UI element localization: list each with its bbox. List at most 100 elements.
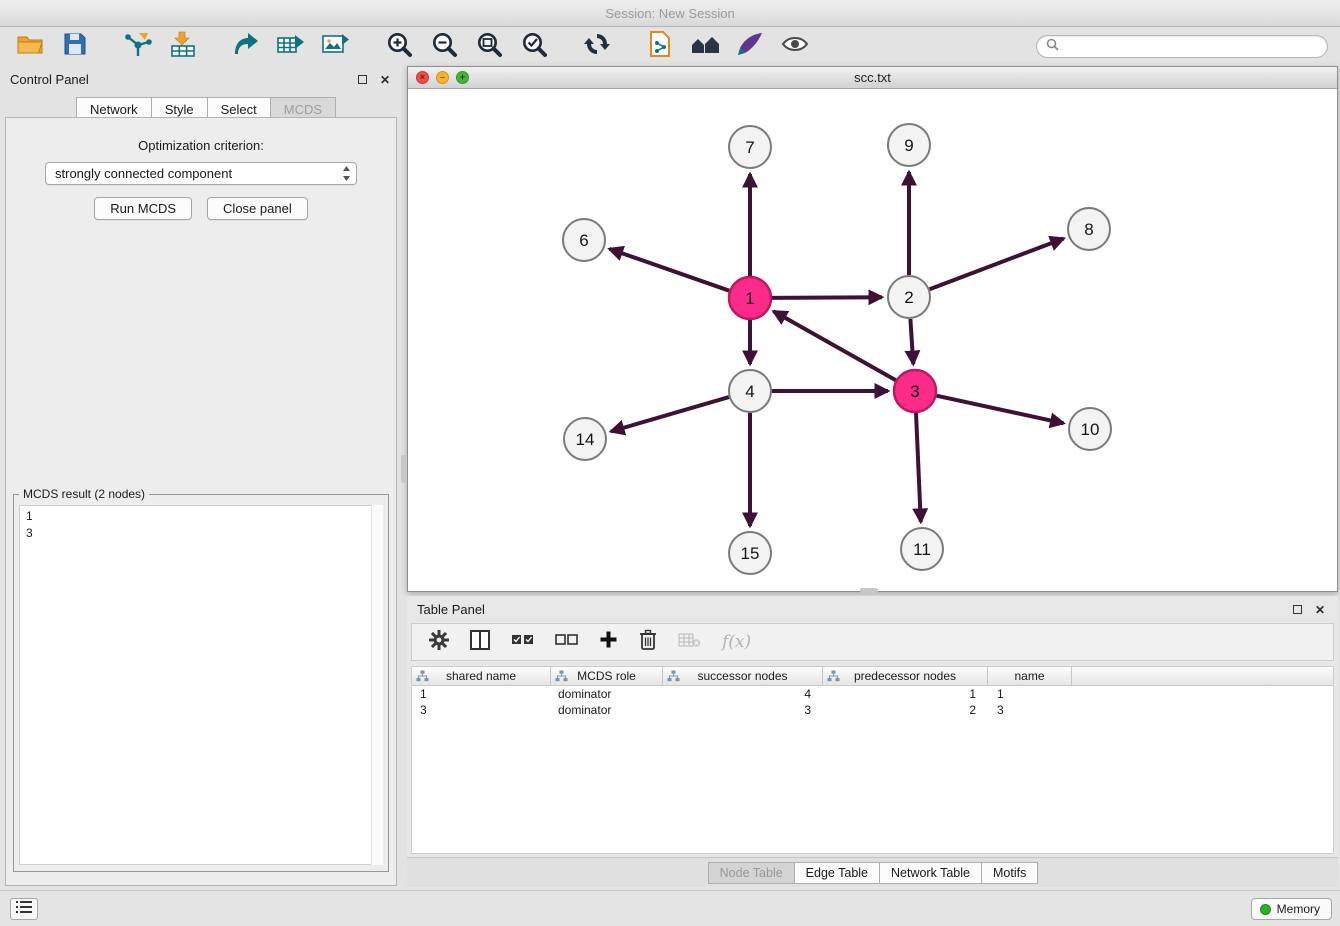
import-network-button[interactable] bbox=[120, 31, 156, 63]
tab-node-table[interactable]: Node Table bbox=[708, 862, 795, 884]
node-2[interactable]: 2 bbox=[888, 276, 930, 318]
edge-3-10[interactable] bbox=[937, 396, 1064, 424]
zoom-selected-button[interactable] bbox=[516, 31, 552, 63]
window-zoom-button[interactable]: + bbox=[456, 71, 469, 84]
refresh-icon bbox=[583, 31, 611, 62]
run-mcds-button[interactable]: Run MCDS bbox=[94, 197, 192, 220]
table-cell[interactable]: 1 bbox=[412, 687, 551, 701]
table-cell[interactable]: 3 bbox=[663, 703, 823, 717]
edge-2-3[interactable] bbox=[910, 319, 913, 364]
table-cell[interactable]: 4 bbox=[663, 687, 823, 701]
search-icon bbox=[1046, 38, 1059, 56]
column-header-mcds-role[interactable]: MCDS role bbox=[551, 667, 663, 685]
node-7[interactable]: 7 bbox=[729, 126, 771, 168]
horizontal-splitter-handle[interactable] bbox=[860, 588, 878, 593]
criterion-select[interactable]: strongly connected component bbox=[45, 162, 357, 185]
table-row[interactable]: 1dominator411 bbox=[412, 686, 1333, 702]
delete-column-button[interactable] bbox=[678, 632, 701, 653]
table-settings-button[interactable] bbox=[429, 630, 449, 655]
node-4[interactable]: 4 bbox=[729, 370, 771, 412]
table-cell[interactable]: 1 bbox=[823, 687, 988, 701]
node-14[interactable]: 14 bbox=[564, 418, 606, 460]
svg-text:3: 3 bbox=[910, 382, 919, 401]
export-image-button[interactable] bbox=[318, 31, 354, 63]
export-network-button[interactable] bbox=[228, 31, 264, 63]
tab-network-table[interactable]: Network Table bbox=[879, 862, 982, 884]
memory-button[interactable]: Memory bbox=[1251, 898, 1332, 920]
column-header-predecessor-nodes[interactable]: predecessor nodes bbox=[823, 667, 988, 685]
column-header-successor-nodes[interactable]: successor nodes bbox=[663, 667, 823, 685]
node-3[interactable]: 3 bbox=[894, 370, 936, 412]
table-toolbar: f(x) bbox=[411, 623, 1334, 661]
style-brush-button[interactable] bbox=[732, 31, 768, 63]
table-cell[interactable]: dominator bbox=[551, 703, 663, 717]
table-panel: Table Panel ✕ f(x) shared name MCDS role… bbox=[407, 596, 1338, 888]
panel-splitter-handle[interactable] bbox=[401, 455, 406, 483]
node-6[interactable]: 6 bbox=[563, 219, 605, 261]
select-all-button[interactable] bbox=[511, 633, 534, 652]
node-1[interactable]: 1 bbox=[729, 277, 771, 319]
export-table-button[interactable] bbox=[273, 31, 309, 63]
table-float-button[interactable] bbox=[1289, 602, 1305, 618]
edge-2-8[interactable] bbox=[930, 239, 1064, 290]
table-cell[interactable]: dominator bbox=[551, 687, 663, 701]
edge-3-11[interactable] bbox=[916, 413, 921, 522]
node-9[interactable]: 9 bbox=[888, 124, 930, 166]
import-table-button[interactable] bbox=[165, 31, 201, 63]
close-icon: ✕ bbox=[1315, 603, 1325, 617]
node-10[interactable]: 10 bbox=[1069, 408, 1111, 450]
zoom-fit-button[interactable] bbox=[471, 31, 507, 63]
column-header-name[interactable]: name bbox=[988, 667, 1072, 685]
window-close-button[interactable]: × bbox=[416, 71, 429, 84]
refresh-button[interactable] bbox=[579, 31, 615, 63]
save-session-button[interactable] bbox=[57, 31, 93, 63]
network-window-titlebar[interactable]: × – + scc.txt bbox=[408, 67, 1337, 89]
table-cell[interactable]: 3 bbox=[412, 703, 551, 717]
delete-rows-button[interactable] bbox=[639, 629, 657, 656]
unselect-all-button[interactable] bbox=[555, 633, 578, 652]
edge-4-14[interactable] bbox=[611, 397, 729, 431]
optimization-criterion-label: Optimization criterion: bbox=[6, 138, 396, 153]
create-column-button[interactable] bbox=[599, 630, 618, 654]
table-cell[interactable]: 3 bbox=[988, 703, 1072, 717]
edge-1-6[interactable] bbox=[610, 249, 730, 291]
mcds-panel-body: Optimization criterion: strongly connect… bbox=[5, 117, 397, 886]
tab-edge-table[interactable]: Edge Table bbox=[794, 862, 880, 884]
search-box[interactable] bbox=[1036, 35, 1328, 58]
edge-1-2[interactable] bbox=[772, 297, 882, 298]
node-11[interactable]: 11 bbox=[901, 528, 943, 570]
node-8[interactable]: 8 bbox=[1068, 208, 1110, 250]
result-scrollbar[interactable] bbox=[371, 505, 383, 865]
search-input[interactable] bbox=[1065, 40, 1318, 54]
zoom-out-button[interactable] bbox=[426, 31, 462, 63]
networks-home-button[interactable] bbox=[687, 31, 723, 63]
panel-toggle-button[interactable] bbox=[10, 898, 38, 920]
network-window-title: scc.txt bbox=[854, 70, 891, 85]
window-titlebar[interactable]: Session: New Session bbox=[0, 0, 1340, 27]
tab-motifs[interactable]: Motifs bbox=[981, 862, 1038, 884]
node-15[interactable]: 15 bbox=[729, 532, 771, 574]
function-builder-button[interactable]: f(x) bbox=[722, 632, 751, 652]
zoom-in-button[interactable] bbox=[381, 31, 417, 63]
close-panel-button-mcds[interactable]: Close panel bbox=[207, 197, 308, 220]
column-header-shared-name[interactable]: shared name bbox=[412, 667, 551, 685]
style-brush-icon bbox=[737, 32, 763, 61]
plus-icon bbox=[599, 636, 618, 653]
table-close-button[interactable]: ✕ bbox=[1312, 602, 1328, 618]
table-cell[interactable]: 1 bbox=[988, 687, 1072, 701]
svg-text:7: 7 bbox=[745, 138, 754, 157]
table-cell[interactable]: 2 bbox=[823, 703, 988, 717]
show-columns-button[interactable] bbox=[470, 630, 490, 655]
mcds-result-text[interactable]: 13 bbox=[19, 505, 383, 865]
show-hide-button[interactable] bbox=[777, 31, 813, 63]
document-share-button[interactable] bbox=[642, 31, 678, 63]
network-canvas[interactable]: 7 9 6 8 1 2 4 3 14 10 15 11 bbox=[408, 89, 1337, 591]
table-row[interactable]: 3dominator323 bbox=[412, 702, 1333, 718]
import-network-icon bbox=[124, 31, 152, 62]
window-minimize-button[interactable]: – bbox=[436, 71, 449, 84]
mcds-result-box: MCDS result (2 nodes) 13 bbox=[13, 494, 389, 872]
float-panel-button[interactable] bbox=[354, 72, 370, 88]
edge-3-1[interactable] bbox=[774, 311, 896, 380]
open-session-button[interactable] bbox=[12, 31, 48, 63]
close-panel-button[interactable]: ✕ bbox=[377, 72, 393, 88]
